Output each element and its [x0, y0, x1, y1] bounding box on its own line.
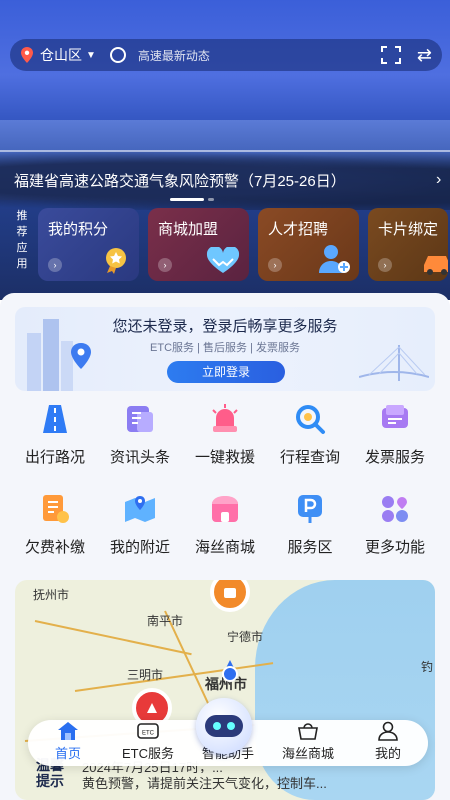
switch-icon[interactable]: ⇄: [417, 46, 432, 64]
map-city-label: 钓: [421, 660, 434, 674]
service-label: 发票服务: [364, 449, 425, 466]
shop-icon: [224, 588, 236, 598]
trip-search-icon: [296, 405, 325, 434]
shopping-basket-icon: [298, 723, 318, 740]
nav-profile[interactable]: 我的: [351, 721, 425, 762]
medal-icon: [106, 248, 126, 274]
news-icon: [127, 406, 153, 432]
incident-icon: [147, 703, 157, 713]
road-icon: [43, 405, 67, 433]
arrow-right-icon: ›: [158, 258, 172, 272]
top-bar: 仓山区 ▼ 高速最新动态 ⇄: [10, 39, 442, 71]
car-icon: [424, 256, 448, 275]
service-row: 出行路况 资讯头条 一键救援 行程查询 发票服务: [16, 400, 434, 490]
more-grid-icon: [382, 496, 408, 522]
service-label: 欠费补缴: [24, 539, 85, 556]
rec-card-label: 人才招聘: [268, 221, 329, 238]
service-service-area[interactable]: 服务区: [271, 490, 349, 580]
rec-card-card-binding[interactable]: 卡片绑定 ›: [368, 208, 448, 281]
hero-bridge: [0, 150, 450, 152]
service-grid: 出行路况 资讯头条 一键救援 行程查询 发票服务 欠费补缴 我的附近 海丝商城 …: [16, 400, 434, 580]
service-label: 资讯头条: [109, 449, 170, 466]
service-trip-query[interactable]: 行程查询: [271, 400, 349, 490]
service-label: 出行路况: [24, 449, 85, 466]
service-label: 服务区: [287, 539, 333, 556]
service-rescue[interactable]: 一键救援: [186, 400, 264, 490]
news-ticker[interactable]: 高速最新动态: [138, 47, 210, 64]
recommended-label: 推 荐 应 用: [12, 208, 32, 272]
user-icon: [378, 721, 398, 741]
rec-card-label: 商城加盟: [158, 221, 219, 238]
robot-face: [205, 715, 243, 737]
payment-icon: [43, 495, 69, 523]
login-prompt-title: 您还未登录，登录后畅享更多服务: [112, 318, 338, 335]
service-label: 我的附近: [109, 539, 170, 556]
notice-line: 黄色预警，请提前关注天气变化，控制车...: [82, 776, 327, 791]
service-nearby[interactable]: 我的附近: [101, 490, 179, 580]
location-pin-icon[interactable]: [20, 47, 34, 63]
recommended-apps: 我的积分 › 商城加盟 › 人才招聘 › 卡片绑定 ›: [38, 208, 448, 281]
weather-warning-banner[interactable]: 福建省高速公路交通气象风险预警（7月25-26日）: [14, 170, 346, 191]
nav-label: ETC服务: [121, 746, 174, 761]
carousel-indicator: [170, 198, 214, 201]
shop-icon: [212, 496, 238, 522]
nav-etc[interactable]: ETC ETC服务: [111, 721, 185, 762]
map-marker-service[interactable]: [210, 580, 250, 612]
rec-card-label: 卡片绑定: [378, 221, 439, 238]
recommended-label-char: 推: [16, 210, 28, 222]
rec-card-recruitment[interactable]: 人才招聘 ›: [258, 208, 359, 281]
handshake-heart-icon: [206, 247, 240, 273]
service-mall[interactable]: 海丝商城: [186, 490, 264, 580]
nav-label: 我的: [374, 746, 401, 761]
service-row: 欠费补缴 我的附近 海丝商城 服务区 更多功能: [16, 490, 434, 580]
service-road-status[interactable]: 出行路况: [16, 400, 94, 490]
nav-mall[interactable]: 海丝商城: [271, 721, 345, 762]
map-city-label: 三明市: [127, 668, 164, 682]
news-circle-icon: [109, 47, 126, 63]
siren-icon: [212, 404, 238, 432]
rec-card-points[interactable]: 我的积分 ›: [38, 208, 139, 281]
recommended-label-char: 应: [16, 242, 28, 254]
robot-assistant-icon[interactable]: [196, 698, 252, 754]
nav-home[interactable]: 首页: [31, 721, 105, 762]
login-prompt-subtitle: ETC服务 | 售后服务 | 发票服务: [150, 342, 300, 354]
scan-icon[interactable]: [380, 46, 401, 64]
recommended-label-char: 用: [16, 258, 28, 270]
service-label: 更多功能: [364, 539, 425, 556]
service-invoice[interactable]: 发票服务: [356, 400, 434, 490]
arrow-right-icon: ›: [48, 258, 62, 272]
map-city-label: 宁德市: [227, 630, 264, 644]
service-label: 一键救援: [194, 449, 255, 466]
service-arrears[interactable]: 欠费补缴: [16, 490, 94, 580]
svg-text:ETC: ETC: [142, 731, 155, 737]
user-add-icon: [319, 245, 350, 273]
nav-label: 海丝商城: [281, 746, 334, 761]
map-city-label: 南平市: [147, 614, 184, 628]
etc-card-icon: ETC: [137, 723, 159, 739]
recommended-label-char: 荐: [16, 226, 28, 238]
rec-card-label: 我的积分: [48, 221, 109, 238]
service-more[interactable]: 更多功能: [356, 490, 434, 580]
arrow-right-icon: ›: [268, 258, 282, 272]
carousel-dot: [208, 198, 214, 201]
nav-label: 首页: [54, 746, 81, 761]
map-city-label: 抚州市: [33, 588, 70, 602]
login-button[interactable]: 立即登录: [167, 361, 285, 383]
invoice-icon: [382, 405, 408, 428]
carousel-dot-active: [170, 198, 204, 201]
current-location-icon: [222, 660, 238, 682]
service-news[interactable]: 资讯头条: [101, 400, 179, 490]
service-label: 海丝商城: [194, 539, 255, 556]
chevron-right-icon[interactable]: ›: [436, 171, 441, 189]
location-selector[interactable]: 仓山区: [40, 45, 82, 65]
arrow-right-icon: ›: [378, 258, 392, 272]
nearby-map-icon: [125, 496, 155, 522]
parking-icon: [298, 495, 322, 523]
rec-card-franchise[interactable]: 商城加盟 ›: [148, 208, 249, 281]
service-label: 行程查询: [279, 449, 340, 466]
home-icon: [58, 722, 78, 740]
login-card[interactable]: 您还未登录，登录后畅享更多服务 ETC服务 | 售后服务 | 发票服务 立即登录: [15, 307, 435, 391]
chevron-down-icon[interactable]: ▼: [86, 50, 96, 61]
